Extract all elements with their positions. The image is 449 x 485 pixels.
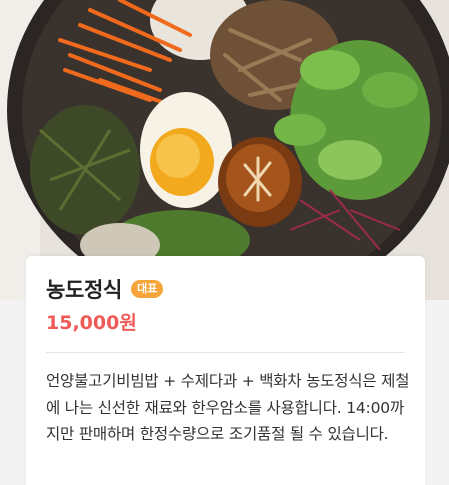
title-row: 농도정식 대표	[46, 274, 164, 304]
menu-info-card[interactable]: 농도정식 대표 15,000원 언양불고기비빔밥 + 수제다과 + 백화차 농도…	[26, 256, 425, 485]
menu-description: 언양불고기비빔밥 + 수제다과 + 백화차 농도정식은 제철에 나는 신선한 재…	[46, 372, 410, 443]
menu-detail-page: 농도정식 대표 15,000원 언양불고기비빔밥 + 수제다과 + 백화차 농도…	[0, 0, 449, 485]
divider	[46, 352, 405, 353]
bibimbap-illustration	[0, 0, 449, 300]
menu-title: 농도정식	[46, 278, 123, 302]
menu-price: 15,000원	[46, 312, 137, 334]
signature-badge: 대표	[131, 280, 164, 298]
menu-image	[0, 0, 449, 300]
